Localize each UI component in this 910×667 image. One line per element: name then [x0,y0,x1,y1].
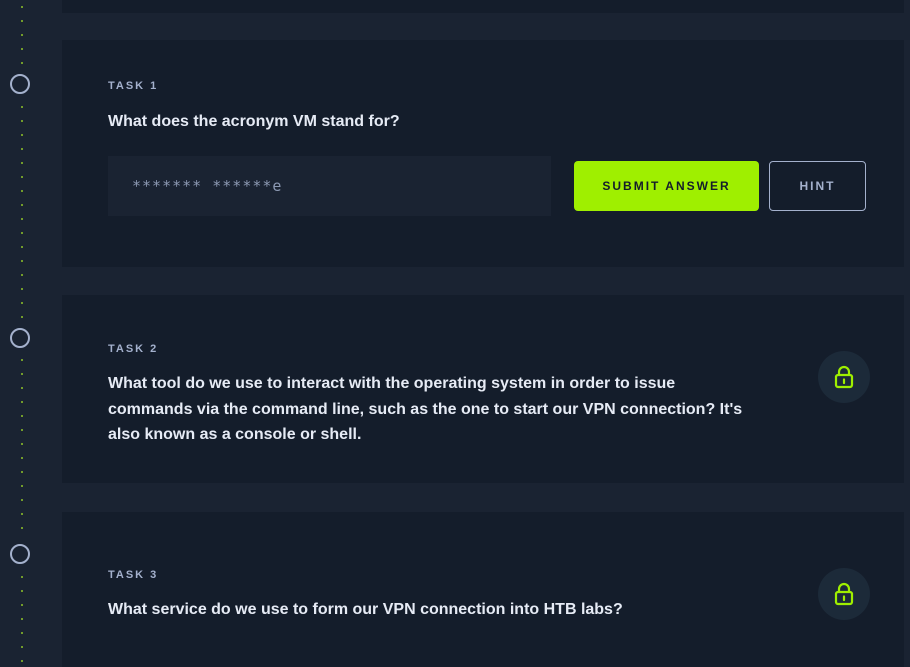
task-3-question: What service do we use to form our VPN c… [108,601,623,618]
hint-button[interactable]: HINT [769,161,866,211]
task-2-label: TASK 2 [108,343,159,355]
task-1-answer-input[interactable]: ******* ******e [108,156,551,216]
task-2-card: TASK 2 What tool do we use to interact w… [62,295,904,483]
task-2-lock-button[interactable] [818,351,870,403]
task-1-label: TASK 1 [108,80,159,92]
timeline-dots [21,100,23,324]
previous-card [62,0,904,13]
task-3-label: TASK 3 [108,569,159,581]
task-1-status-circle-icon [10,74,30,94]
timeline-dots [21,353,23,541]
task-2-status-circle-icon [10,328,30,348]
task-1-question: What does the acronym VM stand for? [108,113,400,130]
timeline-dots [21,570,23,667]
task-3-status-circle-icon [10,544,30,564]
task-1-card: TASK 1 What does the acronym VM stand fo… [62,40,904,267]
task-3-card: TASK 3 What service do we use to form ou… [62,512,904,667]
tasks-page: TASK 1 What does the acronym VM stand fo… [0,0,910,667]
task-2-question: What tool do we use to interact with the… [108,375,743,443]
lock-icon [834,582,854,606]
task-3-lock-button[interactable] [818,568,870,620]
lock-icon [834,365,854,389]
timeline-dots [21,0,23,70]
submit-answer-button[interactable]: SUBMIT ANSWER [574,161,759,211]
